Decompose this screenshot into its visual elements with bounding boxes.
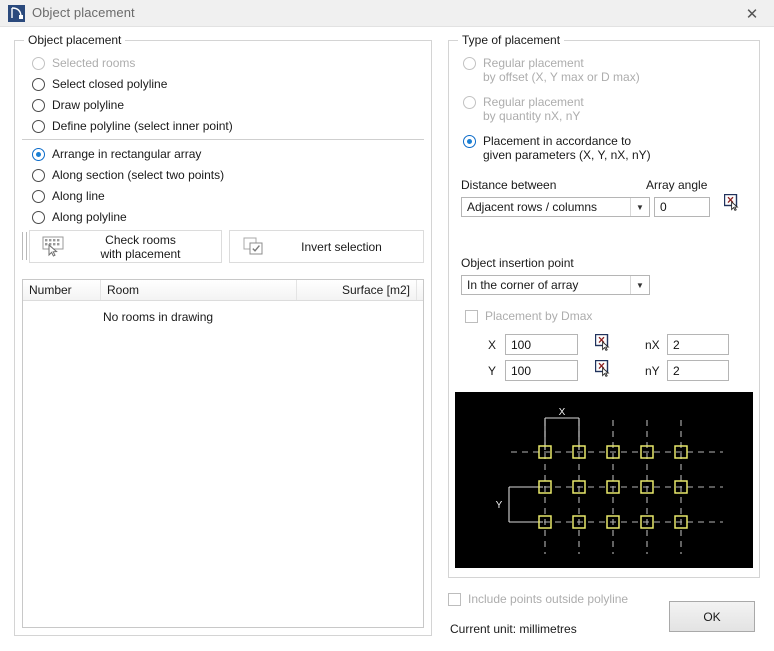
param-ny-value: 2 xyxy=(673,363,680,378)
invert-selection-button[interactable]: Invert selection xyxy=(229,230,424,263)
include-points-outside-label: Include points outside polyline xyxy=(468,592,629,606)
object-insertion-point-value: In the corner of array xyxy=(467,278,579,292)
radio-circle-icon xyxy=(32,148,45,161)
check-rooms-label: Check rooms with placement xyxy=(100,232,181,261)
array-angle-value: 0 xyxy=(660,200,667,214)
radio-circle-icon xyxy=(32,99,45,112)
radio-along-section[interactable]: Along section (select two points) xyxy=(32,168,224,182)
check-rooms-with-placement-button[interactable]: Check rooms with placement xyxy=(29,230,222,263)
table-column-room[interactable]: Room xyxy=(101,280,297,300)
object-placement-legend: Object placement xyxy=(24,33,126,47)
radio-circle-icon xyxy=(32,78,45,91)
current-unit-text: Current unit: millimetres xyxy=(450,622,577,636)
type-of-placement-legend: Type of placement xyxy=(458,33,565,47)
radio-placement-given-parameters[interactable]: Placement in accordance to given paramet… xyxy=(463,134,743,162)
param-nx-label: nX xyxy=(645,338,660,352)
radio-regular-placement-by-offset[interactable]: Regular placement by offset (X, Y max or… xyxy=(463,56,743,84)
radio-circle-icon xyxy=(32,57,45,70)
table-header-row: Number Room Surface [m2] xyxy=(23,280,423,301)
radio-circle-icon xyxy=(463,57,476,70)
radio-label: Regular placement by offset (X, Y max or… xyxy=(483,56,640,84)
radio-select-closed-polyline[interactable]: Select closed polyline xyxy=(32,77,167,91)
pick-point-icon-array-angle[interactable] xyxy=(723,193,741,212)
param-y-input[interactable]: 100 xyxy=(505,360,578,381)
radio-along-line[interactable]: Along line xyxy=(32,189,105,203)
radio-circle-icon xyxy=(463,96,476,109)
window-titlebar: Object placement ✕ xyxy=(0,0,774,27)
toolbar-grip xyxy=(22,232,27,260)
radio-circle-icon xyxy=(32,120,45,133)
param-x-input[interactable]: 100 xyxy=(505,334,578,355)
table-column-number[interactable]: Number xyxy=(23,280,101,300)
radio-label: Arrange in rectangular array xyxy=(52,147,202,161)
preview-x-marker-text: X xyxy=(559,407,566,418)
window-title: Object placement xyxy=(32,5,135,20)
polyline-corner-icon xyxy=(8,5,25,22)
param-nx-input[interactable]: 2 xyxy=(667,334,729,355)
radio-along-polyline[interactable]: Along polyline xyxy=(32,210,127,224)
object-insertion-point-select[interactable]: In the corner of array ▼ xyxy=(461,275,650,295)
chevron-down-icon: ▼ xyxy=(630,198,649,216)
param-x-value: 100 xyxy=(511,337,532,352)
radio-label: Placement in accordance to given paramet… xyxy=(483,134,651,162)
rooms-table[interactable]: Number Room Surface [m2] No rooms in dra… xyxy=(22,279,424,628)
param-x-label: X xyxy=(488,338,497,352)
rectangular-array-preview: X Y xyxy=(455,392,753,568)
include-points-outside-polyline-checkbox[interactable]: Include points outside polyline xyxy=(448,592,628,606)
chevron-down-icon: ▼ xyxy=(630,276,649,294)
radio-label: Along section (select two points) xyxy=(52,168,225,182)
close-icon[interactable]: ✕ xyxy=(730,0,774,27)
radio-label: Define polyline (select inner point) xyxy=(52,119,233,133)
array-angle-input[interactable]: 0 xyxy=(654,197,710,217)
preview-y-marker-text: Y xyxy=(496,500,503,511)
param-ny-label: nY xyxy=(645,364,660,378)
radio-circle-icon xyxy=(463,135,476,148)
radio-label: Draw polyline xyxy=(52,98,125,112)
checkbox-icon xyxy=(448,592,461,606)
radio-regular-placement-by-quantity[interactable]: Regular placement by quantity nX, nY xyxy=(463,95,743,123)
pick-point-icon-y[interactable] xyxy=(594,359,612,378)
section-divider xyxy=(22,139,424,140)
param-y-label: Y xyxy=(488,364,497,378)
radio-circle-icon xyxy=(32,169,45,182)
radio-circle-icon xyxy=(32,211,45,224)
param-ny-input[interactable]: 2 xyxy=(667,360,729,381)
distance-between-value: Adjacent rows / columns xyxy=(467,200,598,214)
radio-draw-polyline[interactable]: Draw polyline xyxy=(32,98,124,112)
radio-define-polyline[interactable]: Define polyline (select inner point) xyxy=(32,119,233,133)
distance-between-select[interactable]: Adjacent rows / columns ▼ xyxy=(461,197,650,217)
radio-arrange-rectangular-array[interactable]: Arrange in rectangular array xyxy=(32,147,201,161)
array-angle-label: Array angle xyxy=(646,178,708,192)
param-y-value: 100 xyxy=(511,363,532,378)
radio-label: Along polyline xyxy=(52,210,127,224)
distance-between-label: Distance between xyxy=(461,178,557,192)
invert-selection-label: Invert selection xyxy=(301,239,382,254)
pick-point-icon-x[interactable] xyxy=(594,333,612,352)
radio-label: Along line xyxy=(52,189,105,203)
checkbox-icon xyxy=(465,309,478,323)
placement-by-dmax-checkbox[interactable]: Placement by Dmax xyxy=(465,309,592,323)
radio-label: Select closed polyline xyxy=(52,77,168,91)
radio-label: Selected rooms xyxy=(52,56,136,70)
table-column-surface[interactable]: Surface [m2] xyxy=(297,280,417,300)
radio-selected-rooms[interactable]: Selected rooms xyxy=(32,56,135,70)
ok-button[interactable]: OK xyxy=(669,601,755,632)
table-empty-message: No rooms in drawing xyxy=(103,310,214,324)
radio-circle-icon xyxy=(32,190,45,203)
placement-by-dmax-label: Placement by Dmax xyxy=(485,309,593,323)
invert-selection-icon xyxy=(238,232,272,262)
radio-label: Regular placement by quantity nX, nY xyxy=(483,95,584,123)
select-grid-cursor-icon xyxy=(38,232,72,262)
object-insertion-point-label: Object insertion point xyxy=(461,256,574,270)
param-nx-value: 2 xyxy=(673,337,680,352)
